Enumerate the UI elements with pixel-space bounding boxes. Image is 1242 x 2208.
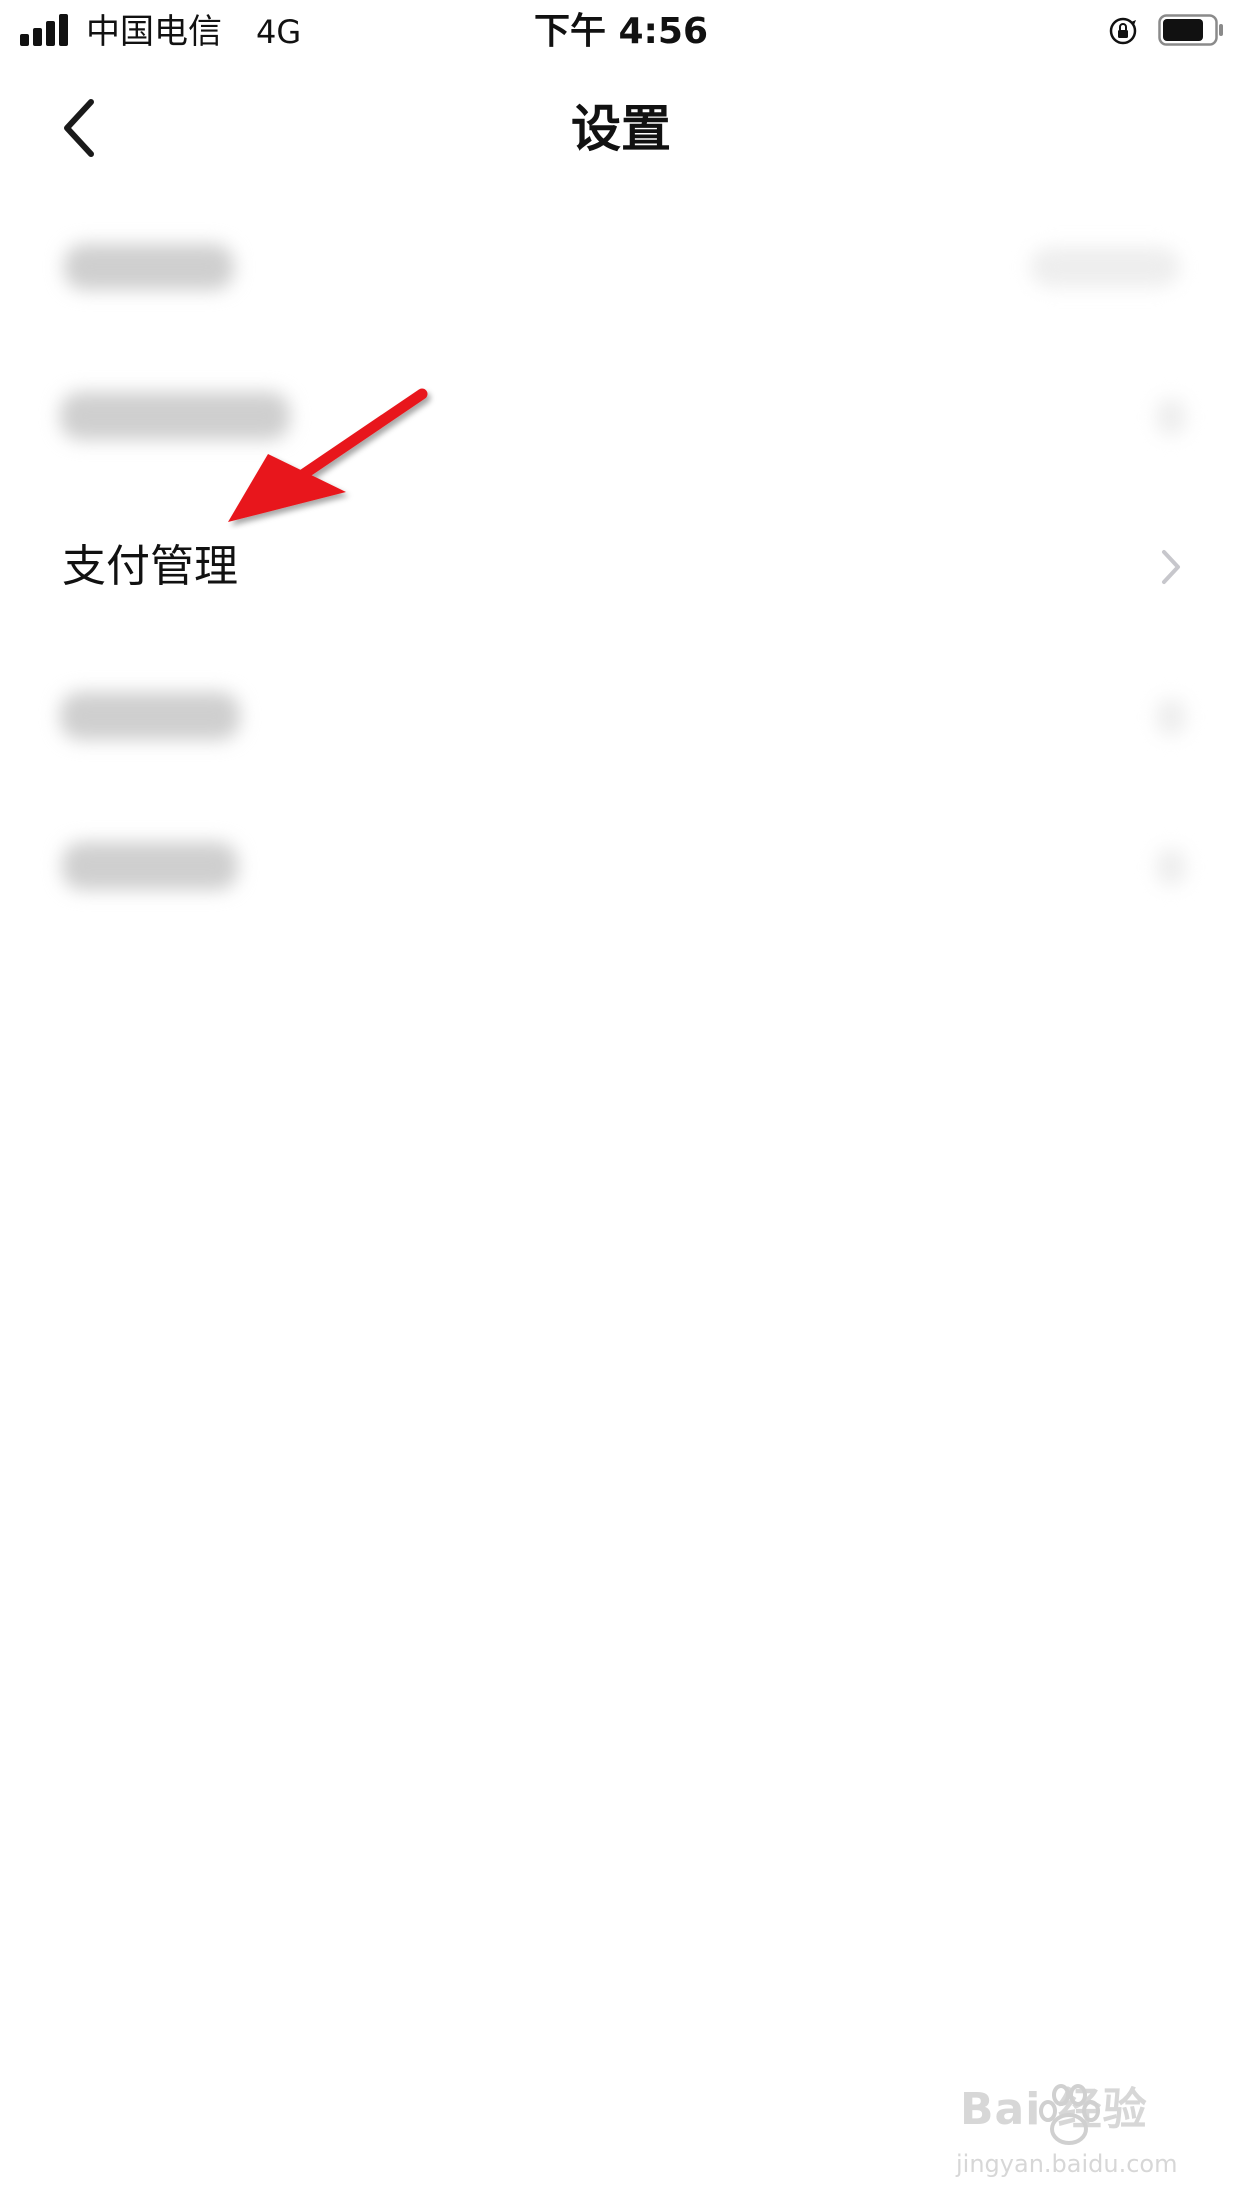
navigation-bar: 设置 xyxy=(0,64,1242,192)
status-time: 下午 4:56 xyxy=(533,11,709,52)
settings-item-4[interactable] xyxy=(0,642,1242,792)
blurred-chevron xyxy=(1156,398,1186,436)
settings-item-2[interactable] xyxy=(0,342,1242,492)
blurred-label xyxy=(64,244,234,290)
settings-item-1[interactable] xyxy=(0,192,1242,342)
page-title: 设置 xyxy=(571,100,671,158)
blurred-chevron xyxy=(1156,848,1186,886)
paw-icon xyxy=(1039,2084,1100,2145)
settings-item-5[interactable] xyxy=(0,792,1242,942)
settings-item-payment-management[interactable]: 支付管理 xyxy=(0,492,1242,642)
settings-item-label: 支付管理 xyxy=(62,541,238,592)
settings-list: 支付管理 xyxy=(0,192,1242,942)
watermark-url: jingyan.baidu.com xyxy=(956,2150,1178,2178)
baidu-watermark: Bai 经验 jingyan.baidu.com xyxy=(950,2075,1190,2195)
blurred-value xyxy=(1030,247,1180,287)
annotation-arrow-icon xyxy=(228,388,428,522)
chevron-right-icon xyxy=(1162,550,1180,584)
blurred-label xyxy=(62,842,238,890)
battery-icon xyxy=(1158,14,1223,46)
status-bar: 中国电信 4G 下午 4:56 xyxy=(0,0,1242,64)
blurred-label xyxy=(60,692,240,740)
rotation-lock-icon xyxy=(1109,17,1137,45)
blurred-chevron xyxy=(1156,698,1186,736)
